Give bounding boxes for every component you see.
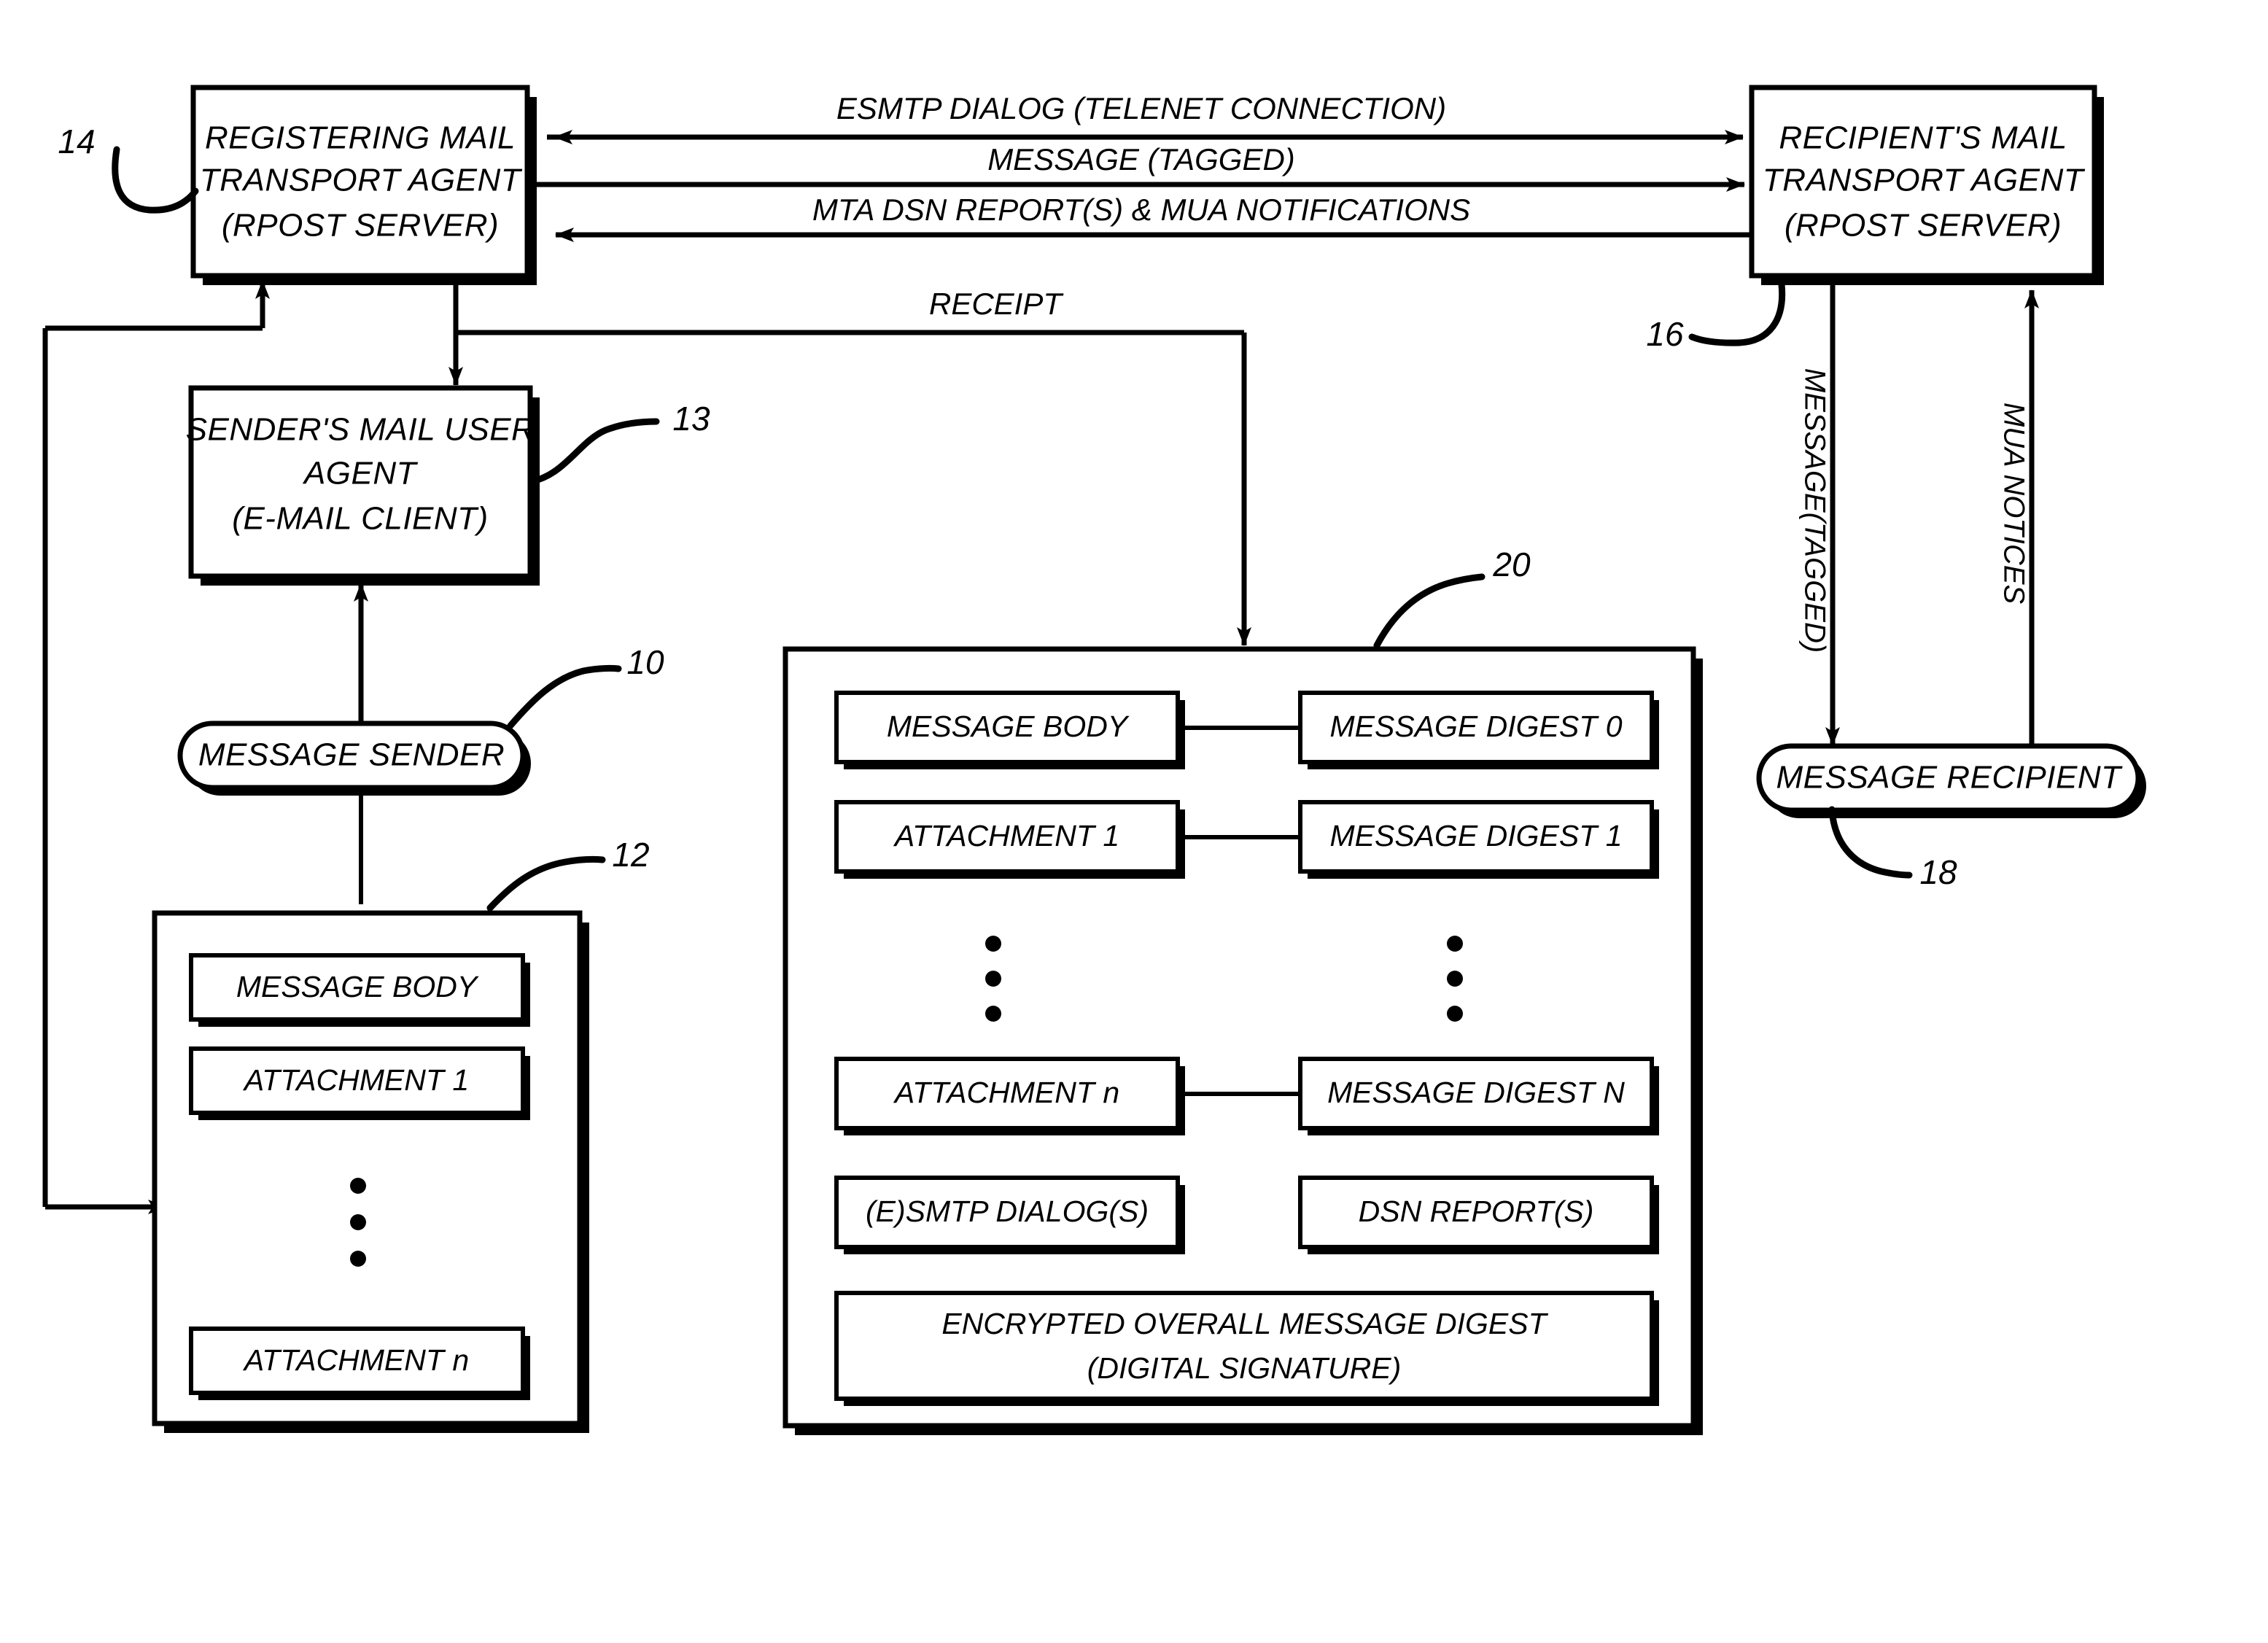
message-tagged-vertical-label: MESSAGE(TAGGED) — [1798, 368, 1830, 653]
ref-numeral-18: 18 — [1828, 806, 1957, 891]
mta-dsn-label: MTA DSN REPORT(S) & MUA NOTIFICATIONS — [812, 193, 1470, 227]
ref-numeral-14: 14 — [58, 123, 199, 214]
original-message-item: ATTACHMENT 1 — [189, 1046, 530, 1120]
ref-numeral-10: 10 — [507, 643, 664, 729]
ref-numeral-16: 16 — [1646, 281, 1786, 353]
node-registering-mta[interactable]: REGISTERING MAIL TRANSPORT AGENT (RPOST … — [190, 85, 537, 285]
recipients-mta-line-3: (RPOST SERVER) — [1785, 208, 2062, 244]
original-message-ellipsis — [350, 1178, 366, 1267]
ref-13-label: 13 — [672, 400, 710, 438]
patent-figure: REGISTERING MAIL TRANSPORT AGENT (RPOST … — [0, 0, 2268, 1643]
ref-numeral-12: 12 — [486, 836, 650, 912]
receipt-right-label: MESSAGE DIGEST 0 — [1330, 710, 1623, 743]
receipt-ellipsis-right — [1447, 936, 1463, 1022]
receipt-right-label: MESSAGE DIGEST 1 — [1330, 819, 1623, 852]
senders-mua-line-2: AGENT — [302, 456, 419, 492]
original-item-label: ATTACHMENT n — [242, 1343, 469, 1377]
receipt-label: RECEIPT — [929, 287, 1064, 321]
receipt-right-label: MESSAGE DIGEST N — [1327, 1076, 1625, 1109]
receipt-footer-line-1: ENCRYPTED OVERALL MESSAGE DIGEST — [941, 1307, 1548, 1340]
node-recipients-mta[interactable]: RECIPIENT'S MAIL TRANSPORT AGENT (RPOST … — [1749, 85, 2104, 285]
ref-16-label: 16 — [1646, 315, 1684, 353]
registering-mta-line-2: TRANSPORT AGENT — [200, 163, 523, 198]
senders-mua-line-1: SENDER'S MAIL USER — [186, 412, 535, 448]
message-recipient-label: MESSAGE RECIPIENT — [1776, 760, 2123, 796]
receipt-ellipsis-left — [985, 936, 1001, 1022]
registering-mta-line-1: REGISTERING MAIL — [205, 120, 516, 156]
ref-18-label: 18 — [1919, 853, 1957, 891]
original-item-label: MESSAGE BODY — [236, 970, 479, 1003]
mua-notices-label: MUA NOTICES — [1997, 403, 2030, 605]
receipt-footer: ENCRYPTED OVERALL MESSAGE DIGEST (DIGITA… — [834, 1291, 1659, 1406]
node-senders-mua[interactable]: SENDER'S MAIL USER AGENT (E-MAIL CLIENT) — [186, 385, 540, 586]
node-original-message[interactable]: MESSAGE BODY ATTACHMENT 1 ATTACHMENT n — [152, 910, 589, 1433]
original-item-label: ATTACHMENT 1 — [242, 1063, 469, 1097]
message-sender-label: MESSAGE SENDER — [198, 737, 505, 773]
receipt-right-label: DSN REPORT(S) — [1359, 1195, 1594, 1228]
original-message-item: ATTACHMENT n — [189, 1327, 530, 1400]
original-message-item: MESSAGE BODY — [189, 953, 530, 1027]
recipients-mta-line-2: TRANSPORT AGENT — [1763, 163, 2086, 198]
senders-mua-line-3: (E-MAIL CLIENT) — [232, 501, 488, 537]
flow-receipt: RECEIPT — [456, 287, 1251, 646]
node-message-sender[interactable]: MESSAGE SENDER — [177, 720, 531, 796]
ref-14-label: 14 — [58, 123, 95, 160]
ref-20-label: 20 — [1492, 545, 1531, 583]
ref-12-label: 12 — [612, 836, 649, 874]
flow-mta-dsn: MTA DSN REPORT(S) & MUA NOTIFICATIONS — [555, 193, 1752, 242]
recipients-mta-line-1: RECIPIENT'S MAIL — [1779, 120, 2067, 156]
esmtp-dialog-label: ESMTP DIALOG (TELENET CONNECTION) — [836, 91, 1446, 125]
flow-mua-notices: MUA NOTICES — [1997, 290, 2039, 745]
flow-message-tagged: MESSAGE (TAGGED) — [532, 142, 1745, 192]
receipt-footer-line-2: (DIGITAL SIGNATURE) — [1087, 1351, 1402, 1385]
node-receipt-package[interactable]: MESSAGE BODY MESSAGE DIGEST 0 ATTACHMENT… — [782, 646, 1703, 1435]
ref-numeral-20: 20 — [1373, 545, 1531, 649]
receipt-left-label: ATTACHMENT 1 — [893, 819, 1119, 852]
node-message-recipient[interactable]: MESSAGE RECIPIENT — [1756, 743, 2146, 818]
receipt-left-label: MESSAGE BODY — [887, 710, 1130, 743]
registering-mta-line-3: (RPOST SERVER) — [222, 208, 499, 244]
flow-message-tagged-vertical: MESSAGE(TAGGED) — [1798, 283, 1840, 746]
receipt-left-label: (E)SMTP DIALOG(S) — [866, 1195, 1149, 1228]
diagram-canvas: REGISTERING MAIL TRANSPORT AGENT (RPOST … — [42, 85, 2146, 1435]
ref-10-label: 10 — [626, 643, 664, 681]
message-tagged-label: MESSAGE (TAGGED) — [987, 142, 1295, 176]
flow-esmtp-dialog: ESMTP DIALOG (TELENET CONNECTION) — [547, 91, 1744, 144]
ref-numeral-13: 13 — [529, 400, 710, 485]
receipt-left-label: ATTACHMENT n — [893, 1076, 1119, 1109]
